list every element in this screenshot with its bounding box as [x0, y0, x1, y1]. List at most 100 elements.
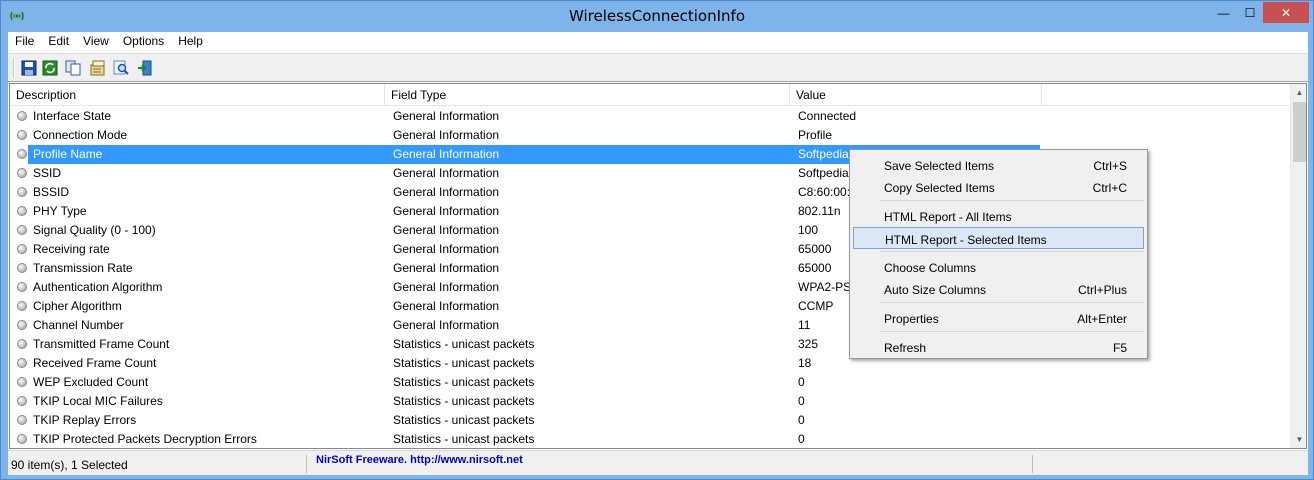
title-bar[interactable]: WirelessConnectionInfo — ☐ ✕: [1, 1, 1313, 32]
menu-item-html-report-all-items[interactable]: HTML Report - All Items: [853, 205, 1144, 227]
vertical-scrollbar[interactable]: ▲ ▼: [1290, 84, 1306, 448]
cell-field-type: Statistics - unicast packets: [393, 375, 535, 389]
cell-value: CCMP: [798, 299, 834, 313]
column-header-empty: [1042, 84, 1290, 106]
cell-description: TKIP Local MIC Failures: [33, 394, 163, 408]
find-icon: [113, 60, 129, 75]
cell-description: Received Frame Count: [33, 356, 157, 370]
menu-item-save-selected-items[interactable]: Save Selected Items Ctrl+S: [853, 154, 1144, 176]
item-bullet-icon: [17, 187, 27, 197]
item-bullet-icon: [17, 130, 27, 140]
table-row[interactable]: TKIP Replay Errors Statistics - unicast p…: [10, 411, 1290, 430]
minimize-button[interactable]: —: [1210, 2, 1237, 24]
scroll-thumb[interactable]: [1293, 102, 1306, 162]
item-bullet-icon: [17, 225, 27, 235]
minimize-icon: —: [1217, 6, 1230, 20]
cell-field-type: General Information: [393, 128, 500, 142]
menu-item-label: HTML Report - Selected Items: [885, 233, 1047, 247]
item-bullet-icon: [17, 377, 27, 387]
menu-options[interactable]: Options: [116, 32, 171, 52]
item-bullet-icon: [17, 415, 27, 425]
menu-item-html-report-selected-items[interactable]: HTML Report - Selected Items: [853, 227, 1144, 249]
table-row[interactable]: Connection Mode General Information Profil…: [10, 126, 1290, 145]
maximize-button[interactable]: ☐: [1237, 2, 1263, 24]
menu-file[interactable]: File: [8, 32, 41, 52]
menu-item-copy-selected-items[interactable]: Copy Selected Items Ctrl+C: [853, 176, 1144, 198]
cell-value: 65000: [798, 242, 832, 256]
menu-item-label: Refresh: [884, 341, 927, 355]
table-row[interactable]: Interface State General Information Connec…: [10, 107, 1290, 126]
menu-item-choose-columns[interactable]: Choose Columns: [853, 256, 1144, 278]
item-bullet-icon: [17, 244, 27, 254]
nirsoft-link[interactable]: NirSoft Freeware. http://www.nirsoft.net: [316, 454, 523, 466]
status-separator: [1032, 455, 1033, 473]
scroll-up-button[interactable]: ▲: [1291, 84, 1306, 101]
cell-field-type: General Information: [393, 299, 500, 313]
table-row[interactable]: TKIP Protected Packets Decryption Errors…: [10, 430, 1290, 448]
menu-item-label: Copy Selected Items: [884, 181, 995, 195]
save-button[interactable]: [18, 57, 39, 78]
menu-item-label: HTML Report - All Items: [884, 210, 1012, 224]
status-item-count: 90 item(s), 1 Selected: [10, 455, 307, 473]
find-button[interactable]: [110, 57, 131, 78]
column-header-field-type[interactable]: Field Type: [385, 84, 790, 106]
refresh-icon: [42, 60, 57, 75]
scroll-down-button[interactable]: ▼: [1291, 431, 1306, 448]
item-bullet-icon: [17, 320, 27, 330]
copy-icon: [65, 60, 80, 75]
close-button[interactable]: ✕: [1263, 2, 1309, 23]
cell-value: 802.11n: [798, 204, 841, 218]
properties-button[interactable]: [87, 57, 108, 78]
table-row[interactable]: TKIP Local MIC Failures Statistics - unic…: [10, 392, 1290, 411]
window-title: WirelessConnectionInfo: [568, 7, 746, 25]
status-bar: 90 item(s), 1 Selected NirSoft Freeware.…: [8, 450, 1308, 475]
cell-value: C8:60:00:9: [798, 185, 857, 199]
menu-item-label: Properties: [884, 312, 939, 326]
toolbar: [8, 53, 1308, 82]
menu-separator: [880, 200, 1144, 201]
cell-description: TKIP Protected Packets Decryption Errors: [33, 432, 257, 446]
cell-value: 0: [798, 375, 805, 389]
cell-description: Cipher Algorithm: [33, 299, 122, 313]
cell-field-type: General Information: [393, 147, 500, 161]
menu-separator: [880, 331, 1144, 332]
cell-value: 65000: [798, 261, 832, 275]
item-bullet-icon: [17, 206, 27, 216]
menu-item-label: Choose Columns: [884, 261, 977, 275]
copy-button[interactable]: [62, 57, 83, 78]
exit-button[interactable]: [134, 57, 155, 78]
cell-description: TKIP Replay Errors: [33, 413, 137, 427]
menu-item-refresh[interactable]: Refresh F5: [853, 336, 1144, 358]
menu-item-auto-size-columns[interactable]: Auto Size Columns Ctrl+Plus: [853, 278, 1144, 300]
item-bullet-icon: [17, 301, 27, 311]
cell-description: Profile Name: [33, 147, 103, 161]
menu-help[interactable]: Help: [171, 32, 210, 52]
cell-value: 18: [798, 356, 812, 370]
cell-field-type: General Information: [393, 318, 500, 332]
cell-description: SSID: [33, 166, 62, 180]
cell-value: Connected: [798, 109, 857, 123]
menu-item-label: Auto Size Columns: [884, 283, 987, 297]
table-row[interactable]: WEP Excluded Count Statistics - unicast p…: [10, 373, 1290, 392]
cell-field-type: Statistics - unicast packets: [393, 413, 535, 427]
menu-item-shortcut: Ctrl+S: [1093, 159, 1127, 173]
menu-edit[interactable]: Edit: [41, 32, 76, 52]
refresh-button[interactable]: [39, 57, 60, 78]
exit-icon: [137, 60, 151, 75]
column-header-value[interactable]: Value: [790, 84, 1042, 106]
cell-description: WEP Excluded Count: [33, 375, 149, 389]
menu-item-label: Save Selected Items: [884, 159, 995, 173]
menu-item-properties[interactable]: Properties Alt+Enter: [853, 307, 1144, 329]
save-icon: [21, 60, 36, 75]
maximize-icon: ☐: [1244, 6, 1256, 20]
column-header-description[interactable]: Description: [10, 84, 385, 106]
item-bullet-icon: [17, 396, 27, 406]
cell-field-type: Statistics - unicast packets: [393, 394, 535, 408]
cell-description: Channel Number: [33, 318, 124, 332]
list-header: Description Field Type Value: [10, 84, 1290, 106]
cell-field-type: General Information: [393, 166, 500, 180]
cell-field-type: Statistics - unicast packets: [393, 337, 535, 351]
cell-description: Signal Quality (0 - 100): [33, 223, 156, 237]
cell-value: 0: [798, 432, 805, 446]
menu-view[interactable]: View: [76, 32, 116, 52]
